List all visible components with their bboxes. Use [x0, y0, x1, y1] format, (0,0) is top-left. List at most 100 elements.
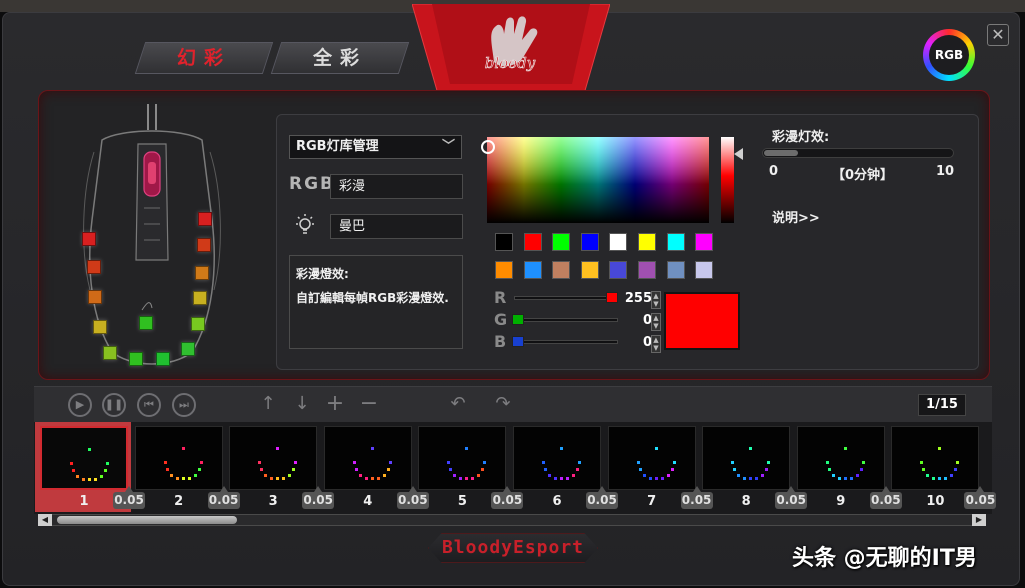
- spinner-icon[interactable]: ▲ ▼: [651, 291, 661, 309]
- channel-slider[interactable]: [514, 318, 618, 322]
- mouse-led-logo[interactable]: [139, 316, 153, 330]
- light-name-field[interactable]: 曼巴: [330, 214, 463, 239]
- frame-duration[interactable]: 0.05: [491, 486, 524, 509]
- rgb-mode-button[interactable]: RGB: [923, 29, 975, 81]
- color-palette[interactable]: [487, 137, 709, 223]
- lightness-slider[interactable]: [721, 137, 734, 223]
- frame-thumbnail[interactable]: [134, 426, 223, 490]
- mouse-led[interactable]: [87, 260, 101, 274]
- frame-thumbnail[interactable]: [513, 426, 601, 490]
- mouse-led[interactable]: [193, 291, 207, 305]
- channel-slider[interactable]: [514, 340, 618, 344]
- scroll-left-icon[interactable]: ◀: [38, 514, 52, 526]
- pause-icon[interactable]: ❚❚: [102, 393, 126, 417]
- color-swatch[interactable]: [495, 261, 513, 279]
- info-link[interactable]: 说明>>: [772, 207, 820, 226]
- mouse-led[interactable]: [103, 346, 117, 360]
- spinner-icon[interactable]: ▲ ▼: [651, 313, 661, 331]
- frame-duration[interactable]: 0.05: [869, 486, 902, 509]
- lightness-arrow-icon[interactable]: [734, 148, 743, 160]
- channel-knob[interactable]: [512, 336, 524, 347]
- frame-scrollbar[interactable]: ◀ ▶: [38, 514, 986, 526]
- mouse-led[interactable]: [198, 212, 212, 226]
- frame-thumbnail[interactable]: [702, 426, 791, 490]
- frame-thumbnail[interactable]: [323, 426, 412, 490]
- mouse-led[interactable]: [88, 290, 102, 304]
- frame-duration[interactable]: 0.05: [302, 486, 335, 509]
- undo-icon[interactable]: ↶: [446, 393, 470, 417]
- plus-icon[interactable]: +: [323, 393, 347, 417]
- effect-name-field[interactable]: 彩漫: [330, 174, 463, 199]
- mouse-led[interactable]: [181, 342, 195, 356]
- scroll-thumb[interactable]: [57, 516, 237, 524]
- tab-full-color[interactable]: 全彩: [270, 42, 410, 74]
- frame-led: [106, 462, 109, 465]
- color-preview: [664, 292, 740, 350]
- frame-led: [638, 468, 642, 471]
- minus-icon[interactable]: −: [357, 393, 381, 417]
- color-swatch[interactable]: [495, 233, 513, 251]
- mouse-led[interactable]: [82, 232, 96, 246]
- color-swatch[interactable]: [638, 233, 656, 251]
- frame-duration[interactable]: 0.05: [680, 486, 713, 509]
- color-swatch[interactable]: [580, 233, 599, 251]
- frame-duration[interactable]: 0.05: [586, 486, 618, 509]
- color-swatch[interactable]: [580, 261, 599, 279]
- frame-thumbnail[interactable]: [891, 426, 980, 490]
- color-swatch[interactable]: [552, 233, 571, 251]
- channel-knob[interactable]: [512, 314, 524, 325]
- frame-led: [642, 474, 646, 477]
- color-swatch[interactable]: [666, 233, 685, 251]
- channel-slider[interactable]: [514, 296, 618, 300]
- channel-value[interactable]: 0: [622, 335, 652, 350]
- frame-led: [944, 477, 948, 480]
- frame-thumbnail[interactable]: [40, 426, 128, 490]
- play-icon[interactable]: ▶: [68, 393, 92, 417]
- tab-illusion-color[interactable]: 幻彩: [134, 42, 274, 74]
- scroll-right-icon[interactable]: ▶: [972, 514, 986, 526]
- speed-slider-fill[interactable]: [764, 150, 798, 156]
- mouse-led[interactable]: [129, 352, 143, 366]
- skip-back-icon[interactable]: ⏮: [137, 393, 161, 417]
- spinner-icon[interactable]: ▲ ▼: [651, 335, 661, 353]
- frame-thumbnail[interactable]: [418, 426, 507, 490]
- color-swatch[interactable]: [695, 233, 714, 251]
- channel-value[interactable]: 255: [622, 291, 652, 306]
- arrow-up-icon[interactable]: ↑: [256, 393, 280, 417]
- frame-duration[interactable]: 0.05: [207, 486, 240, 509]
- color-swatch[interactable]: [523, 233, 542, 251]
- mouse-led[interactable]: [191, 317, 205, 331]
- mouse-led[interactable]: [197, 238, 211, 252]
- color-swatch[interactable]: [609, 233, 628, 251]
- color-swatch[interactable]: [695, 261, 714, 279]
- mouse-led[interactable]: [156, 352, 170, 366]
- color-swatch[interactable]: [638, 261, 656, 279]
- color-swatch[interactable]: [523, 261, 542, 279]
- rgb-button-label: RGB: [929, 35, 969, 75]
- frame-thumbnail[interactable]: [607, 426, 696, 490]
- frame-number: 5: [457, 494, 467, 509]
- rgb-library-select[interactable]: RGB灯库管理 ﹀: [289, 135, 462, 159]
- channel-value[interactable]: 0: [622, 313, 652, 328]
- color-swatch[interactable]: [552, 261, 571, 279]
- mouse-led[interactable]: [93, 320, 107, 334]
- frame-duration[interactable]: 0.05: [396, 486, 429, 509]
- frame-duration[interactable]: 0.05: [964, 486, 997, 509]
- frame-led: [82, 478, 85, 481]
- channel-knob[interactable]: [606, 292, 618, 303]
- frame-led: [288, 474, 292, 477]
- frame-number: 4: [363, 494, 373, 509]
- palette-cursor[interactable]: [481, 140, 495, 154]
- color-swatch[interactable]: [666, 261, 685, 279]
- frame-duration[interactable]: 0.05: [775, 486, 808, 509]
- color-swatch[interactable]: [609, 261, 628, 279]
- skip-forward-icon[interactable]: ⏭: [172, 393, 196, 417]
- speed-slider[interactable]: [762, 148, 954, 158]
- frame-duration[interactable]: 0.05: [113, 486, 145, 509]
- mouse-led[interactable]: [195, 266, 209, 280]
- frame-thumbnail[interactable]: [796, 426, 885, 490]
- arrow-down-icon[interactable]: ↓: [290, 393, 314, 417]
- frame-thumbnail[interactable]: [229, 426, 318, 490]
- close-button[interactable]: ✕: [987, 24, 1009, 46]
- redo-icon[interactable]: ↷: [491, 393, 515, 417]
